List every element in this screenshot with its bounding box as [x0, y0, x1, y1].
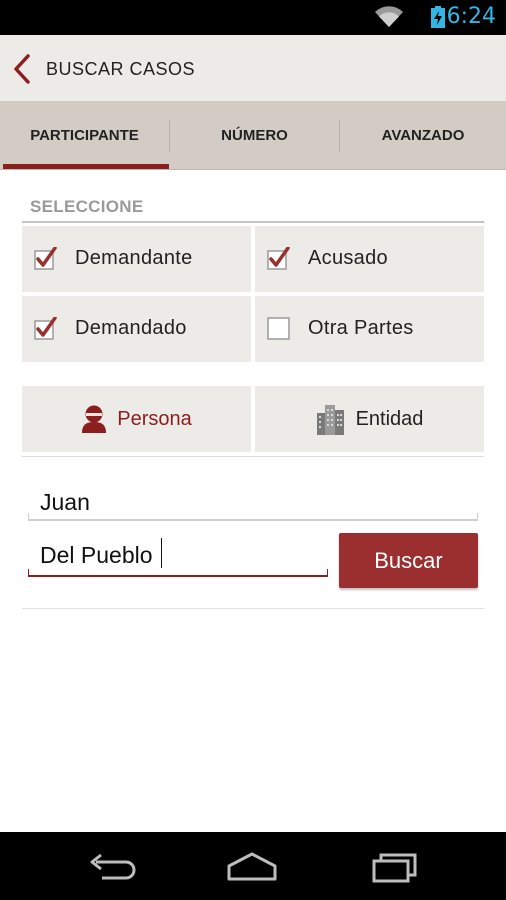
- search-button[interactable]: Buscar: [339, 533, 478, 588]
- input-underline: [28, 519, 478, 521]
- tab-label: PARTICIPANTE: [30, 127, 139, 144]
- person-icon: [82, 405, 107, 433]
- input-underline-tick: [477, 513, 478, 520]
- last-name-input[interactable]: [28, 534, 328, 576]
- checkbox-otra-partes[interactable]: Otra Partes: [255, 296, 484, 362]
- persona-toggle[interactable]: Persona: [22, 386, 251, 452]
- checkbox-unchecked-icon: [267, 317, 290, 340]
- tab-bar: PARTICIPANTE NÚMERO AVANZADO: [0, 101, 506, 170]
- checkbox-demandado[interactable]: Demandado: [22, 296, 251, 362]
- battery-charging-icon: [431, 6, 445, 28]
- wifi-icon: [375, 6, 403, 27]
- checkbox-checked-icon: [34, 317, 57, 340]
- section-title: SELECCIONE: [30, 197, 144, 216]
- action-bar: BUSCAR CASOS: [0, 35, 506, 101]
- persona-label: Persona: [117, 407, 192, 430]
- entidad-toggle[interactable]: Entidad: [255, 386, 484, 452]
- section-divider: [22, 608, 484, 609]
- first-name-input[interactable]: [28, 478, 478, 522]
- input-underline-tick: [28, 513, 29, 520]
- recent-apps-icon[interactable]: [365, 846, 425, 886]
- section-divider: [22, 221, 484, 223]
- checkbox-demandante[interactable]: Demandante: [22, 226, 251, 292]
- entidad-label: Entidad: [355, 407, 424, 430]
- back-icon[interactable]: [82, 846, 142, 886]
- input-underline-tick: [28, 569, 29, 576]
- checkbox-label: Demandado: [75, 317, 187, 339]
- selected-tab-indicator: [3, 164, 169, 169]
- tab-label: NÚMERO: [221, 127, 288, 144]
- page-title: BUSCAR CASOS: [46, 59, 196, 79]
- section-divider: [22, 456, 484, 457]
- input-underline-tick: [327, 569, 328, 576]
- status-bar: 6:24: [0, 0, 506, 35]
- tab-participante[interactable]: PARTICIPANTE: [0, 101, 169, 170]
- clock: 6:24: [446, 4, 496, 29]
- tab-label: AVANZADO: [381, 127, 465, 144]
- system-nav-bar: [0, 832, 506, 900]
- building-icon: [316, 405, 344, 435]
- checkbox-label: Otra Partes: [308, 317, 414, 339]
- text-cursor: [161, 538, 162, 568]
- tab-avanzado[interactable]: AVANZADO: [340, 101, 506, 170]
- home-icon[interactable]: [222, 846, 282, 886]
- tab-bar-divider: [0, 169, 506, 170]
- checkbox-checked-icon: [34, 247, 57, 270]
- input-underline-focused: [28, 575, 328, 577]
- chevron-left-icon[interactable]: [12, 54, 32, 84]
- tab-numero[interactable]: NÚMERO: [170, 101, 339, 170]
- checkbox-checked-icon: [267, 247, 290, 270]
- checkbox-acusado[interactable]: Acusado: [255, 226, 484, 292]
- checkbox-label: Acusado: [308, 247, 388, 269]
- checkbox-label: Demandante: [75, 247, 193, 269]
